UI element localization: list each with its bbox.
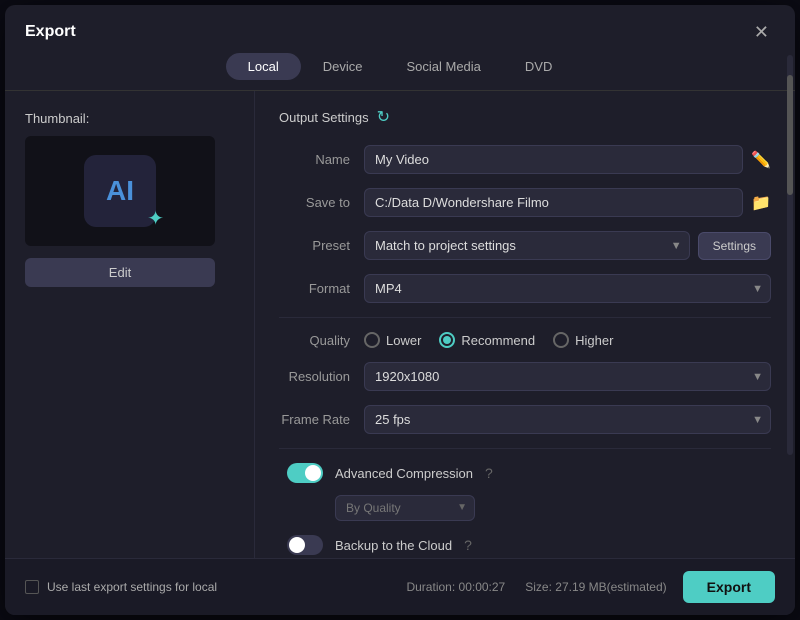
quality-recommend-label: Recommend [461,333,535,348]
tab-dvd[interactable]: DVD [503,53,574,80]
size-info: Size: 27.19 MB(estimated) [525,580,666,594]
backup-cloud-label: Backup to the Cloud [335,538,452,553]
refresh-icon[interactable]: ↻ [377,107,390,127]
tab-device[interactable]: Device [301,53,385,80]
backup-cloud-toggle[interactable] [287,535,323,555]
output-settings-label: Output Settings [279,110,369,125]
divider-1 [279,317,771,318]
quality-higher-radio[interactable] [553,332,569,348]
close-button[interactable]: ✕ [748,21,775,43]
thumbnail-label: Thumbnail: [25,111,89,126]
quality-higher-label: Higher [575,333,613,348]
duration-label: Duration: [406,580,455,594]
left-panel: Thumbnail: AI ✦ Edit [5,91,255,558]
by-quality-row: By Quality ▼ [335,495,771,521]
resolution-select[interactable]: 1920x1080 [364,362,771,391]
sparkle-icon: ✦ [147,206,164,231]
name-input[interactable] [364,145,743,174]
right-panel: Output Settings ↻ Name ✏️ Save to [255,91,795,558]
format-row: Format MP4 ▼ [279,274,771,303]
preset-row: Preset Match to project settings ▼ Setti… [279,231,771,260]
advanced-compression-toggle[interactable] [287,463,323,483]
size-value: 27.19 MB(estimated) [555,580,666,594]
quality-lower-label: Lower [386,333,421,348]
advanced-compression-label: Advanced Compression [335,466,473,481]
quality-lower-radio[interactable] [364,332,380,348]
ai-edit-icon[interactable]: ✏️ [751,150,771,170]
divider-2 [279,448,771,449]
use-last-settings-checkbox[interactable] [25,580,39,594]
size-label: Size: [525,580,552,594]
name-label: Name [279,152,364,167]
export-dialog: Export ✕ Local Device Social Media DVD T… [5,5,795,615]
preset-select[interactable]: Match to project settings [364,231,690,260]
use-last-settings-checkbox-label[interactable]: Use last export settings for local [25,580,217,594]
duration-info: Duration: 00:00:27 [406,580,505,594]
quality-lower-option[interactable]: Lower [364,332,421,348]
tab-local[interactable]: Local [226,53,301,80]
quality-higher-option[interactable]: Higher [553,332,613,348]
save-to-label: Save to [279,195,364,210]
tab-social-media[interactable]: Social Media [384,53,502,80]
quality-recommend-radio[interactable] [439,332,455,348]
preset-label: Preset [279,238,364,253]
bottom-bar: Use last export settings for local Durat… [5,558,795,615]
export-button[interactable]: Export [683,571,775,603]
resolution-row: Resolution 1920x1080 ▼ [279,362,771,391]
bottom-info: Duration: 00:00:27 Size: 27.19 MB(estima… [406,580,666,594]
save-to-input[interactable] [364,188,743,217]
name-row: Name ✏️ [279,145,771,174]
edit-thumbnail-button[interactable]: Edit [25,258,215,287]
scrollbar-track[interactable] [787,91,793,455]
thumbnail-preview: AI ✦ [84,155,156,227]
scrollbar-thumb[interactable] [787,91,793,195]
settings-button[interactable]: Settings [698,232,771,260]
format-label: Format [279,281,364,296]
duration-value: 00:00:27 [459,580,506,594]
quality-label: Quality [279,333,364,348]
dialog-title: Export [25,23,76,41]
advanced-compression-help-icon[interactable]: ? [485,465,493,481]
quality-recommend-option[interactable]: Recommend [439,332,535,348]
by-quality-select[interactable]: By Quality [335,495,475,521]
resolution-label: Resolution [279,369,364,384]
frame-rate-label: Frame Rate [279,412,364,427]
section-header: Output Settings ↻ [279,107,771,127]
backup-cloud-help-icon[interactable]: ? [464,537,472,553]
save-to-row: Save to 📁 [279,188,771,217]
advanced-compression-row: Advanced Compression ? [279,463,771,483]
frame-rate-row: Frame Rate 25 fps ▼ [279,405,771,434]
quality-radio-group: Lower Recommend Higher [364,332,613,348]
radio-dot [443,336,451,344]
use-last-settings-label: Use last export settings for local [47,580,217,594]
folder-icon[interactable]: 📁 [751,193,771,213]
thumbnail-box: AI ✦ [25,136,215,246]
frame-rate-select[interactable]: 25 fps [364,405,771,434]
quality-row: Quality Lower Recommend [279,332,771,348]
tab-bar: Local Device Social Media DVD [5,53,795,91]
backup-cloud-row: Backup to the Cloud ? [279,535,771,555]
dialog-header: Export ✕ [5,5,795,53]
format-select[interactable]: MP4 [364,274,771,303]
content-area: Thumbnail: AI ✦ Edit Output Settings ↻ [5,91,795,558]
